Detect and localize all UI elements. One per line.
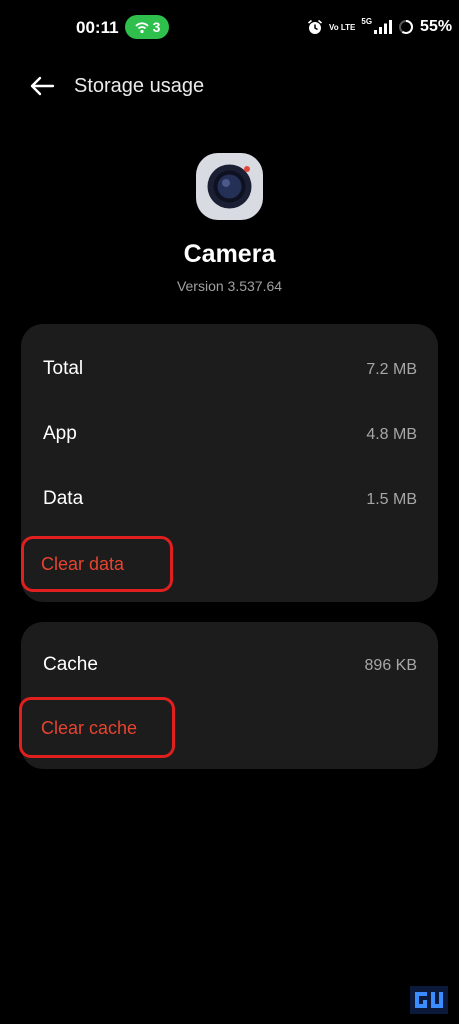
alarm-icon [307, 19, 323, 34]
page-title: Storage usage [74, 75, 205, 97]
storage-row-value: 4.8 MB [366, 426, 417, 443]
storage-row-app: App 4.8 MB [21, 423, 438, 453]
clear-data-button[interactable]: Clear data [41, 550, 124, 578]
watermark-logo [410, 986, 448, 1014]
cache-label: Cache [43, 654, 98, 675]
volte-indicator: Vo LTE [329, 22, 356, 32]
storage-row-label: Total [43, 358, 84, 379]
arrow-left-icon [30, 76, 55, 96]
status-bar: 00:11 3 Vo LTE 5G 55% [0, 0, 459, 56]
storage-row-value: 1.5 MB [366, 491, 417, 508]
battery-percent: 55% [420, 18, 453, 35]
hotspot-indicator: 3 [125, 15, 169, 39]
network-type: 5G [361, 16, 373, 26]
storage-card: Total 7.2 MB App 4.8 MB Data 1.5 MB Clea… [21, 324, 438, 602]
camera-app-icon [196, 153, 263, 220]
hotspot-icon [134, 22, 149, 34]
cache-value: 896 KB [364, 657, 417, 674]
storage-row-total: Total 7.2 MB [21, 358, 438, 388]
hotspot-count: 3 [152, 19, 161, 35]
app-version: Version 3.537.64 [176, 278, 283, 294]
back-button[interactable] [26, 72, 58, 100]
app-name: Camera [183, 240, 276, 268]
status-clock: 00:11 [76, 18, 119, 37]
signal-icon [374, 20, 393, 34]
cache-row: Cache 896 KB [21, 654, 438, 684]
battery-ring-icon [399, 20, 414, 34]
storage-row-value: 7.2 MB [366, 361, 417, 378]
storage-row-data: Data 1.5 MB [21, 488, 438, 518]
clear-cache-button[interactable]: Clear cache [41, 714, 137, 742]
status-icons: Vo LTE 5G 55% [307, 15, 452, 39]
storage-row-label: App [43, 423, 77, 444]
cache-card: Cache 896 KB Clear cache [19, 622, 438, 769]
storage-row-label: Data [43, 488, 84, 509]
